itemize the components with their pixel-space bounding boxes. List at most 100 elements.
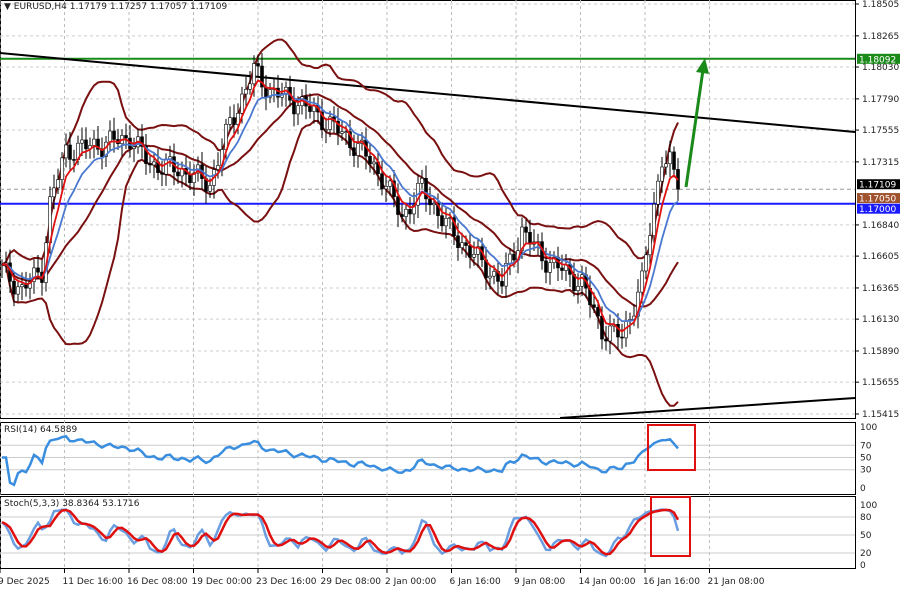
- candle: [660, 166, 664, 182]
- candle: [368, 155, 372, 165]
- candle: [472, 254, 476, 258]
- candle: [600, 315, 604, 340]
- candle: [508, 253, 512, 264]
- candle: [444, 217, 448, 227]
- price-tick-label: 1.15415: [862, 410, 899, 420]
- candle: [24, 284, 28, 289]
- time-tick-label: 2 Jan 00:00: [385, 577, 437, 587]
- candle: [580, 274, 584, 287]
- time-tick-label: 9 Dec 2025: [0, 577, 50, 587]
- time-tick-label: 6 Jan 16:00: [450, 577, 502, 587]
- candle: [80, 139, 84, 144]
- time-tick-label: 23 Dec 16:00: [256, 577, 317, 587]
- price-tag-label: 1.17050: [859, 195, 896, 205]
- arrow-head-icon: [696, 58, 709, 74]
- candle: [340, 131, 344, 134]
- bollinger-lower: [1, 119, 679, 407]
- stoch-tick-label: 100: [860, 501, 877, 511]
- candle: [596, 307, 600, 317]
- candle: [528, 232, 532, 245]
- candle: [384, 186, 388, 190]
- candle: [560, 267, 564, 271]
- candle: [164, 158, 168, 175]
- time-tick-label: 16 Dec 08:00: [127, 577, 188, 587]
- rsi-tick-label: 0: [860, 484, 866, 494]
- candle: [248, 83, 252, 90]
- candle: [292, 99, 296, 115]
- candle: [488, 275, 492, 279]
- candle: [592, 304, 596, 308]
- rsi-header: RSI(14) 64.5889: [4, 425, 77, 435]
- candle: [492, 271, 496, 277]
- stoch-highlight-box: [650, 496, 691, 557]
- candle: [408, 208, 412, 215]
- forecast-arrow: [684, 69, 705, 188]
- rsi-highlight-box: [647, 424, 696, 471]
- candle: [296, 105, 300, 115]
- candle: [372, 161, 376, 165]
- rsi-tick-label: 70: [860, 441, 872, 451]
- price-tick-label: 1.16130: [862, 315, 899, 325]
- stoch-tick-label: 80: [860, 513, 872, 523]
- candle: [440, 215, 444, 227]
- symbol-label: EURUSD,H4: [13, 2, 67, 12]
- candle: [52, 187, 56, 198]
- candle: [500, 281, 504, 287]
- candle: [352, 147, 356, 156]
- candle: [160, 172, 164, 175]
- price-tick-label: 1.17315: [862, 158, 899, 168]
- candle: [668, 151, 672, 165]
- stoch-tick-label: 0: [860, 561, 866, 571]
- stoch-label: Stoch(5,3,3): [4, 499, 60, 509]
- time-tick-label: 16 Jan 16:00: [643, 577, 700, 587]
- price-tag-label: 1.17109: [859, 181, 896, 191]
- candle: [356, 143, 360, 156]
- candle: [152, 161, 156, 166]
- time-tick-label: 21 Jan 08:00: [708, 577, 765, 587]
- price-tick-label: 1.16840: [862, 221, 899, 231]
- candle: [672, 151, 676, 170]
- candle: [432, 203, 436, 206]
- candle: [524, 226, 528, 233]
- candle: [464, 242, 468, 246]
- price-tick-label: 1.17790: [862, 95, 899, 105]
- candle: [400, 214, 404, 217]
- candle: [404, 208, 408, 217]
- time-tick-label: 14 Jan 00:00: [579, 577, 636, 587]
- price-tick-label: 1.16365: [862, 284, 899, 294]
- candle: [36, 267, 40, 273]
- candle: [228, 117, 232, 125]
- candle: [12, 280, 16, 295]
- stoch-tick-label: 20: [860, 549, 872, 559]
- time-tick-label: 9 Jan 08:00: [514, 577, 566, 587]
- price-tag-label: 1.18092: [859, 55, 896, 65]
- price-tick-label: 1.16605: [862, 252, 899, 262]
- rsi-label: RSI(14): [4, 425, 38, 435]
- candle: [244, 89, 248, 95]
- candle: [216, 165, 220, 170]
- dropdown-arrow-icon[interactable]: ▼: [4, 2, 11, 12]
- candle: [456, 235, 460, 248]
- candle: [132, 146, 136, 149]
- candle: [20, 284, 24, 288]
- candle: [420, 178, 424, 184]
- candle: [148, 163, 152, 166]
- candle: [176, 171, 180, 177]
- candle: [512, 253, 516, 261]
- stoch-header: Stoch(5,3,3) 38.8364 53.1716: [4, 499, 140, 509]
- candle: [468, 245, 472, 258]
- price-tag-label: 1.17000: [859, 205, 896, 215]
- candle: [664, 163, 668, 168]
- chart-window[interactable]: 1.18505 1.18265 1.18030 1.17790 1.17555 1.173…: [0, 0, 900, 592]
- candle: [388, 180, 392, 187]
- candle: [240, 93, 244, 114]
- candle: [112, 130, 116, 140]
- candle: [344, 131, 348, 133]
- price-tick-label: 1.18505: [862, 0, 899, 10]
- rsi-tick-label: 100: [860, 423, 877, 433]
- candle: [656, 180, 660, 205]
- candle: [396, 196, 400, 215]
- price-tick-label: 1.18265: [862, 32, 899, 42]
- candle: [548, 262, 552, 273]
- candle: [544, 260, 548, 273]
